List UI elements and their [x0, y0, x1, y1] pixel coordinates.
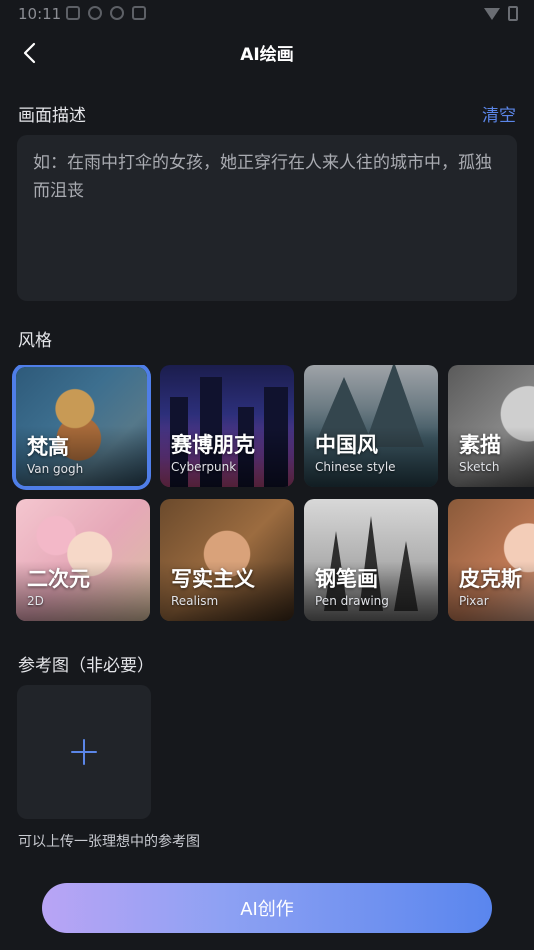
- style-name: 二次元: [27, 567, 90, 591]
- style-name-en: Chinese style: [315, 460, 396, 474]
- page-title: AI绘画: [240, 45, 294, 65]
- style-grid: 梵高 Van gogh 赛博朋克 Cyberpunk 中国风 Chinese s…: [0, 365, 534, 623]
- style-card-sketch[interactable]: 素描 Sketch: [448, 365, 534, 487]
- reference-upload-button[interactable]: [17, 685, 151, 819]
- status-bar: 10:11: [0, 0, 534, 28]
- style-name-en: Cyberpunk: [171, 460, 237, 474]
- style-name-en: Realism: [171, 594, 219, 608]
- plus-icon: [71, 739, 97, 765]
- settings-icon: [88, 6, 102, 20]
- style-label: 风格: [18, 331, 52, 351]
- style-card-pen-drawing[interactable]: 钢笔画 Pen drawing: [304, 499, 438, 621]
- style-name: 素描: [459, 433, 501, 457]
- style-name-en: Pixar: [459, 594, 489, 608]
- style-name: 皮克斯: [459, 567, 522, 591]
- style-card-realism[interactable]: 写实主义 Realism: [160, 499, 294, 621]
- style-name-en: Van gogh: [27, 462, 84, 476]
- description-label: 画面描述: [18, 106, 86, 126]
- notification-icon: [66, 6, 80, 20]
- image-icon: [132, 6, 146, 20]
- status-time: 10:11: [18, 5, 62, 23]
- location-icon: [110, 6, 124, 20]
- status-notification-icons: [66, 6, 146, 20]
- style-card-pixar[interactable]: 皮克斯 Pixar: [448, 499, 534, 621]
- navigation-bar: AI绘画: [0, 28, 534, 76]
- style-name: 中国风: [315, 433, 378, 457]
- style-name: 梵高: [27, 435, 69, 459]
- ai-create-button[interactable]: AI创作: [42, 883, 492, 933]
- style-card-cyberpunk[interactable]: 赛博朋克 Cyberpunk: [160, 365, 294, 487]
- style-name-en: 2D: [27, 594, 44, 608]
- status-system-icons: [484, 6, 518, 21]
- style-name: 赛博朋克: [171, 433, 255, 457]
- reference-label: 参考图（非必要）: [18, 656, 154, 676]
- description-input-box[interactable]: [17, 135, 517, 301]
- reference-hint: 可以上传一张理想中的参考图: [18, 834, 200, 850]
- style-name: 钢笔画: [315, 567, 378, 591]
- style-name-en: Pen drawing: [315, 594, 389, 608]
- battery-icon: [508, 6, 518, 21]
- style-name-en: Sketch: [459, 460, 500, 474]
- wifi-icon: [484, 7, 500, 20]
- style-name: 写实主义: [171, 567, 255, 591]
- style-card-chinese-style[interactable]: 中国风 Chinese style: [304, 365, 438, 487]
- clear-button[interactable]: 清空: [482, 101, 516, 126]
- style-card-2d[interactable]: 二次元 2D: [16, 499, 150, 621]
- style-card-van-gogh[interactable]: 梵高 Van gogh: [16, 367, 147, 486]
- description-input[interactable]: [33, 149, 501, 287]
